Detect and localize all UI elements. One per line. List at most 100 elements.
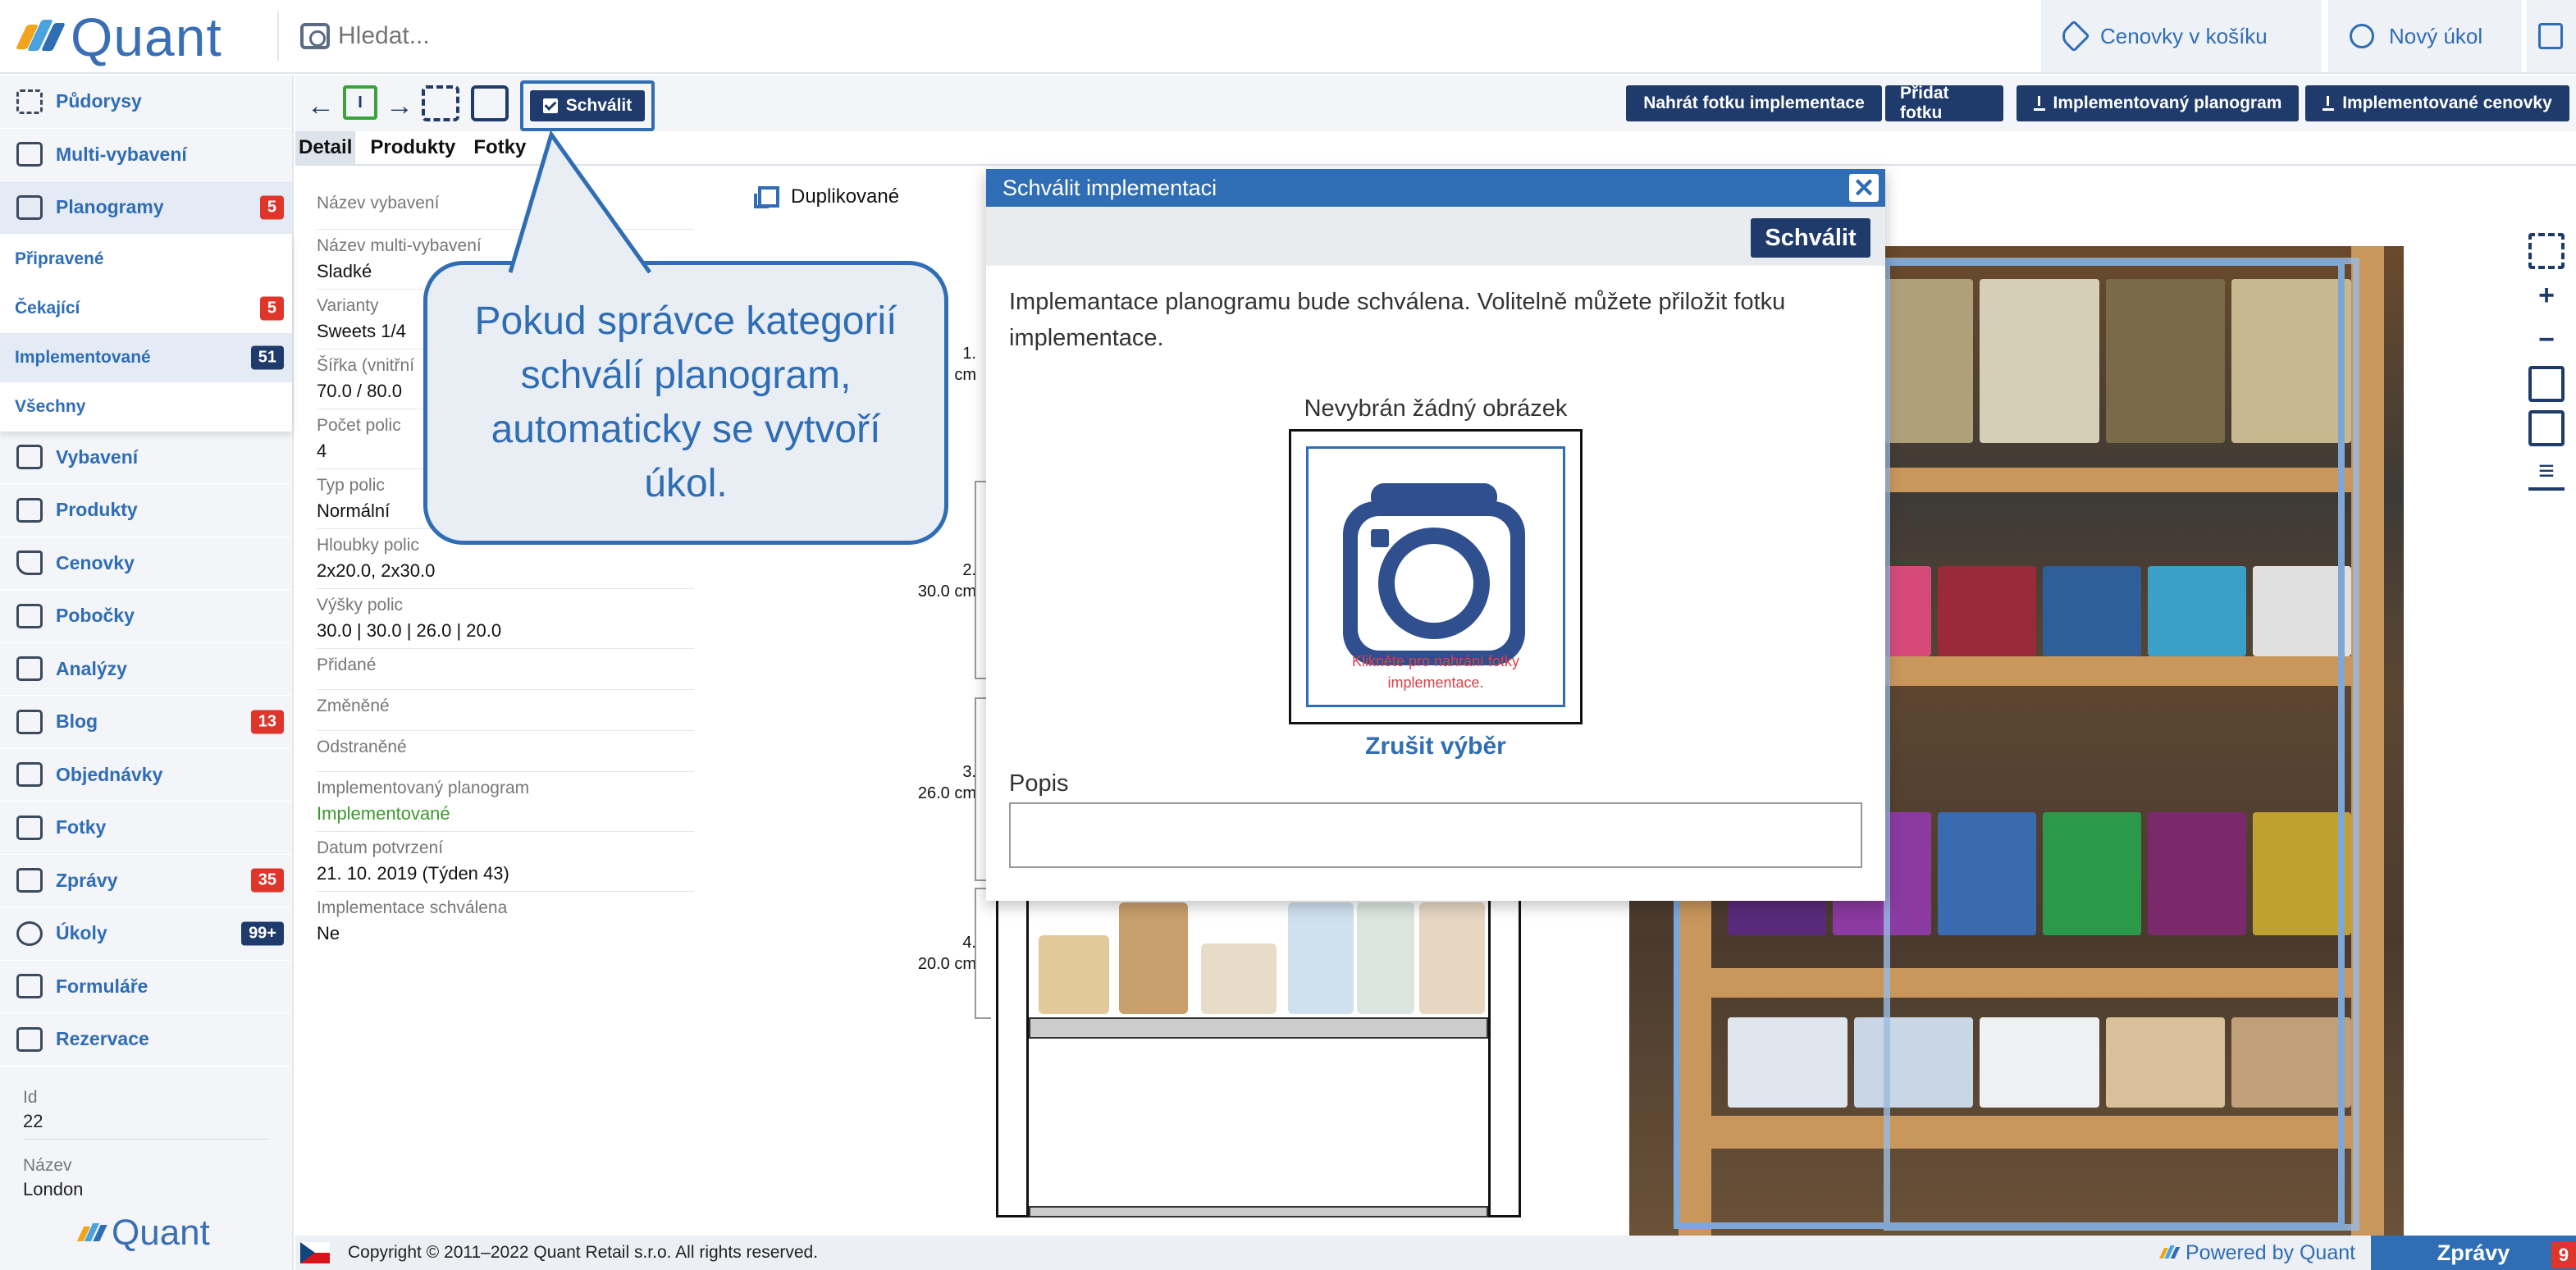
submenu-item-vsechny[interactable]: Všechny	[0, 382, 292, 432]
compare-icon[interactable]	[471, 85, 509, 121]
submenu-item-pripravene[interactable]: Připravené	[0, 235, 292, 284]
sidebar-item-planogramy[interactable]: Planogramy 5	[0, 181, 292, 235]
shelf-label-2: 2. 30.0 cm	[917, 561, 976, 601]
messages-bar[interactable]: Zprávy 9	[2371, 1236, 2576, 1270]
product-item[interactable]	[1039, 935, 1109, 1014]
close-icon[interactable]: ✕	[1849, 173, 1879, 203]
callout-text: Pokud správce kategorií schválí planogra…	[474, 299, 897, 505]
sidebar-item-blog[interactable]: Blog 13	[0, 696, 292, 749]
name-label: Název	[23, 1156, 72, 1175]
sidebar-item-label: Půdorysy	[56, 90, 142, 112]
arrow-left-icon[interactable]: ←	[307, 90, 335, 122]
sidebar-item-produkty[interactable]: Produkty	[0, 484, 292, 537]
sidebar-item-rezervace[interactable]: Rezervace	[0, 1013, 292, 1067]
implemented-status[interactable]: Implementované	[317, 803, 694, 825]
cancel-selection-link[interactable]: Zrušit výběr	[986, 733, 1885, 761]
app-logo[interactable]: Quant	[16, 7, 222, 67]
search-input[interactable]	[338, 22, 830, 50]
czech-flag-icon[interactable]	[300, 1242, 330, 1263]
sidebar-item-pobocky[interactable]: Pobočky	[0, 590, 292, 643]
submenu-item-cekajici[interactable]: Čekající 5	[0, 284, 292, 333]
sidebar-item-cenovky[interactable]: Cenovky	[0, 537, 292, 590]
field-value: Ne	[317, 923, 340, 943]
arrow-right-icon[interactable]: →	[386, 90, 413, 122]
photo-upload-area[interactable]: Klikněte pro nahrání fotky implementace.	[1289, 429, 1583, 724]
equipment-icon	[16, 445, 43, 470]
sidebar-item-pudorysy[interactable]: Půdorysy	[0, 75, 292, 129]
image-view-icon[interactable]	[2528, 366, 2565, 402]
button-label: Implementovaný planogram	[2053, 94, 2282, 112]
duplicated-label: Duplikované	[791, 185, 900, 208]
user-profile-button[interactable]	[2527, 0, 2576, 72]
quant-logo-icon	[16, 16, 66, 57]
copyright-text: Copyright © 2011–2022 Quant Retail s.r.o…	[348, 1243, 819, 1262]
view-toggle-icon[interactable]: I	[343, 85, 377, 120]
field-label: Datum potvrzení	[317, 838, 444, 857]
new-task-label: Nový úkol	[2389, 23, 2483, 48]
shelf-label-4: 4. 20.0 cm	[917, 934, 976, 973]
approve-implementation-dialog: Schválit implementaci ✕ Schválit Implema…	[986, 169, 1885, 901]
product-item[interactable]	[1357, 902, 1414, 1014]
implemented-planogram-button[interactable]: Implementovaný planogram	[2016, 85, 2299, 121]
approve-button[interactable]: Schválit	[530, 90, 645, 121]
sidebar-item-zpravy[interactable]: Zprávy 35	[0, 854, 292, 907]
no-image-label: Nevybrán žádný obrázek	[1304, 395, 1568, 422]
sidebar-item-ukoly[interactable]: Úkoly 99+	[0, 907, 292, 961]
implemented-price-tags-button[interactable]: Implementované cenovky	[2305, 85, 2569, 121]
camera-icon	[1343, 483, 1525, 665]
description-textarea[interactable]	[1009, 802, 1862, 868]
photos-icon	[16, 815, 43, 840]
add-photo-button[interactable]: Přidat fotku	[1885, 84, 2003, 122]
submenu-label: Připravené	[15, 249, 104, 268]
scan-icon[interactable]	[422, 85, 459, 121]
id-value: 22	[23, 1111, 269, 1140]
download-icon	[2323, 96, 2335, 111]
new-task-button[interactable]: Nový úkol	[2328, 0, 2522, 72]
zoom-out-icon[interactable]: −	[2528, 322, 2565, 358]
field-value: 21. 10. 2019 (Týden 43)	[317, 863, 509, 884]
duplicated-toggle[interactable]: Duplikované	[754, 185, 900, 208]
submenu-label: Všechny	[15, 396, 86, 416]
quant-logo-icon	[2158, 1245, 2181, 1261]
product-item[interactable]	[1119, 902, 1188, 1014]
sidebar-item-vybaveni[interactable]: Vybavení	[0, 431, 292, 484]
sidebar-item-multi-vybaveni[interactable]: Multi-vybavení	[0, 128, 292, 181]
tab-detail[interactable]: Detail	[295, 131, 356, 164]
dialog-approve-button[interactable]: Schválit	[1751, 218, 1870, 258]
cart-price-tags-button[interactable]: Cenovky v košíku	[2041, 0, 2322, 72]
product-item[interactable]	[1288, 902, 1354, 1014]
search-bar[interactable]	[277, 11, 852, 61]
reservation-icon	[16, 1026, 43, 1052]
upload-implementation-photo-button[interactable]: Nahrát fotku implementace	[1626, 85, 1882, 121]
left-post	[996, 886, 1029, 1217]
footer-logo-text: Quant	[112, 1213, 210, 1253]
camera-icon[interactable]	[300, 23, 330, 49]
sidebar-item-label: Zprávy	[56, 869, 118, 891]
shelf-label-3: 3. 26.0 cm	[917, 763, 976, 802]
sidebar-item-label: Pobočky	[56, 605, 135, 627]
list-view-icon[interactable]: ≡	[2528, 455, 2565, 491]
sidebar-item-formulare[interactable]: Formuláře	[0, 960, 292, 1013]
logo-text: Quant	[71, 7, 222, 67]
quant-logo-icon	[76, 1222, 107, 1245]
powered-by-link[interactable]: Powered by Quant	[2158, 1236, 2355, 1270]
planogram-drawing[interactable]	[996, 886, 1521, 1217]
product-item[interactable]	[1419, 902, 1485, 1014]
upload-hint: Klikněte pro nahrání fotky implementace.	[1351, 653, 1520, 691]
camera-view-icon[interactable]	[2528, 410, 2565, 446]
planogram-icon	[16, 194, 43, 220]
footer: Copyright © 2011–2022 Quant Retail s.r.o…	[295, 1236, 2576, 1270]
checkbox-icon	[542, 98, 558, 113]
field-label: Změněné	[317, 697, 390, 715]
field-label: Implementovaný planogram	[317, 779, 530, 797]
product-item[interactable]	[1201, 943, 1277, 1014]
zoom-in-icon[interactable]: +	[2528, 277, 2565, 313]
cart-label: Cenovky v košíku	[2100, 23, 2268, 48]
sidebar-item-fotky[interactable]: Fotky	[0, 802, 292, 855]
fullscreen-icon[interactable]	[2528, 233, 2565, 269]
sidebar-item-analyzy[interactable]: Analýzy	[0, 642, 292, 696]
tab-produkty[interactable]: Produkty	[367, 131, 459, 164]
submenu-item-implementovane[interactable]: Implementované 51	[0, 332, 292, 382]
sidebar-item-objednavky[interactable]: Objednávky	[0, 748, 292, 802]
upload-dropzone[interactable]: Klikněte pro nahrání fotky implementace.	[1306, 446, 1565, 707]
